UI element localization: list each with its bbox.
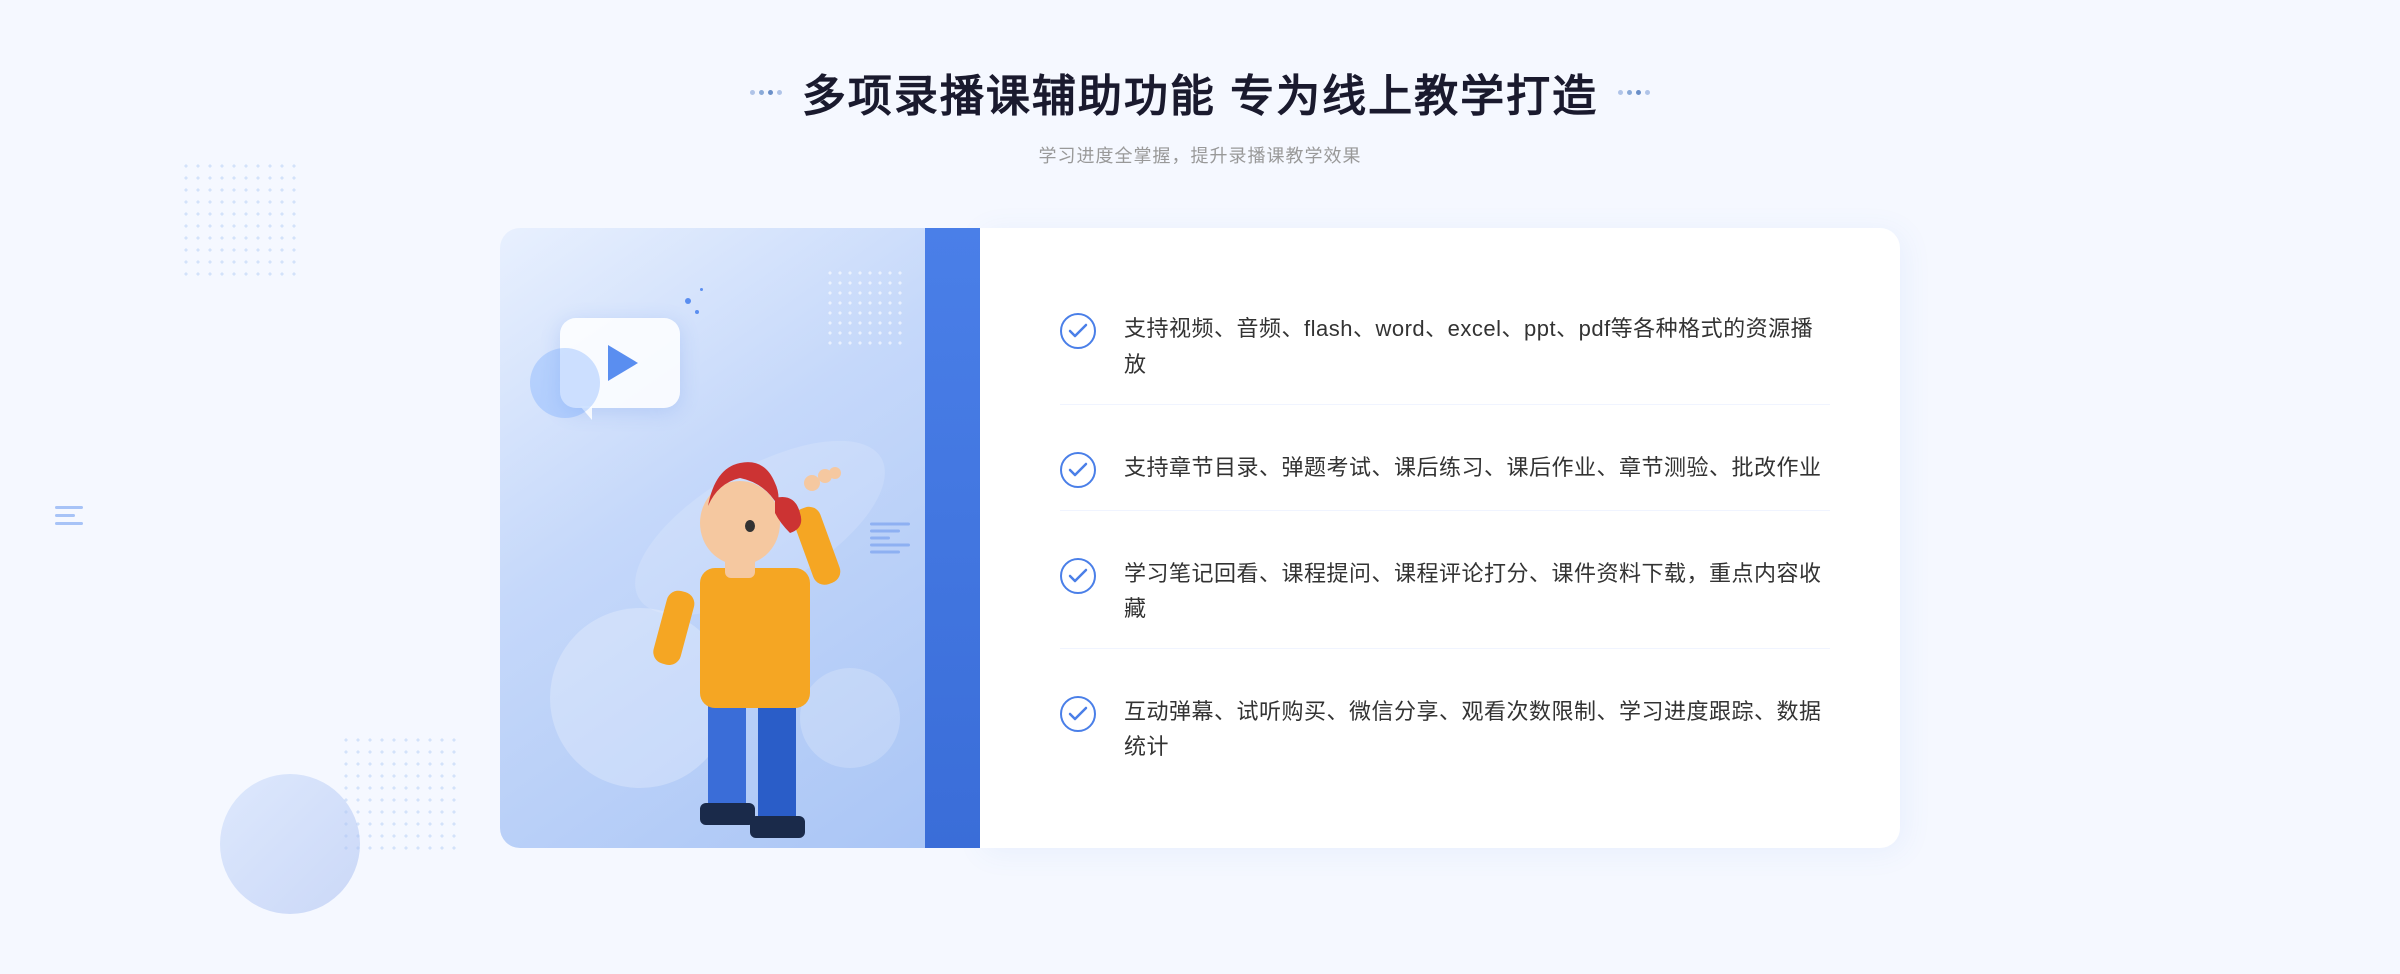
sparkle-3 <box>700 288 703 291</box>
illustration-panel <box>500 228 980 848</box>
blue-side-bar <box>925 228 980 848</box>
title-row: 多项录播课辅助功能 专为线上教学打造 <box>750 60 1650 124</box>
dot-pattern-decoration-1 <box>180 160 300 280</box>
feature-text-3: 学习笔记回看、课程提问、课程评论打分、课件资料下载，重点内容收藏 <box>1124 556 1830 626</box>
features-panel: 支持视频、音频、flash、word、excel、ppt、pdf等各种格式的资源… <box>980 228 1900 848</box>
feature-text-4: 互动弹幕、试听购买、微信分享、观看次数限制、学习进度跟踪、数据统计 <box>1124 694 1830 764</box>
content-area: 支持视频、音频、flash、word、excel、ppt、pdf等各种格式的资源… <box>500 228 1900 848</box>
check-icon-2 <box>1060 452 1096 488</box>
sparkle-2 <box>695 310 699 314</box>
left-stripe-decoration <box>55 506 83 525</box>
bottom-circle-decoration <box>220 774 360 914</box>
character-illustration <box>560 328 900 848</box>
feature-item-4: 互动弹幕、试听购买、微信分享、观看次数限制、学习进度跟踪、数据统计 <box>1060 672 1830 786</box>
check-icon-3 <box>1060 558 1096 594</box>
check-icon-1 <box>1060 313 1096 349</box>
feature-text-2: 支持章节目录、弹题考试、课后练习、课后作业、章节测验、批改作业 <box>1124 450 1822 485</box>
header-section: 多项录播课辅助功能 专为线上教学打造 学习进度全掌握，提升录播课教学效果 <box>750 60 1650 168</box>
feature-item-1: 支持视频、音频、flash、word、excel、ppt、pdf等各种格式的资源… <box>1060 289 1830 404</box>
page-subtitle: 学习进度全掌握，提升录播课教学效果 <box>750 142 1650 168</box>
page-container: 多项录播课辅助功能 专为线上教学打造 学习进度全掌握，提升录播课教学效果 <box>0 0 2400 974</box>
main-title: 多项录播课辅助功能 专为线上教学打造 <box>802 60 1598 124</box>
feature-item-3: 学习笔记回看、课程提问、课程评论打分、课件资料下载，重点内容收藏 <box>1060 534 1830 649</box>
sparkle-1 <box>685 298 691 304</box>
title-deco-left <box>750 90 782 95</box>
feature-item-2: 支持章节目录、弹题考试、课后练习、课后作业、章节测验、批改作业 <box>1060 428 1830 511</box>
check-icon-4 <box>1060 696 1096 732</box>
feature-text-1: 支持视频、音频、flash、word、excel、ppt、pdf等各种格式的资源… <box>1124 311 1830 381</box>
title-deco-right <box>1618 90 1650 95</box>
